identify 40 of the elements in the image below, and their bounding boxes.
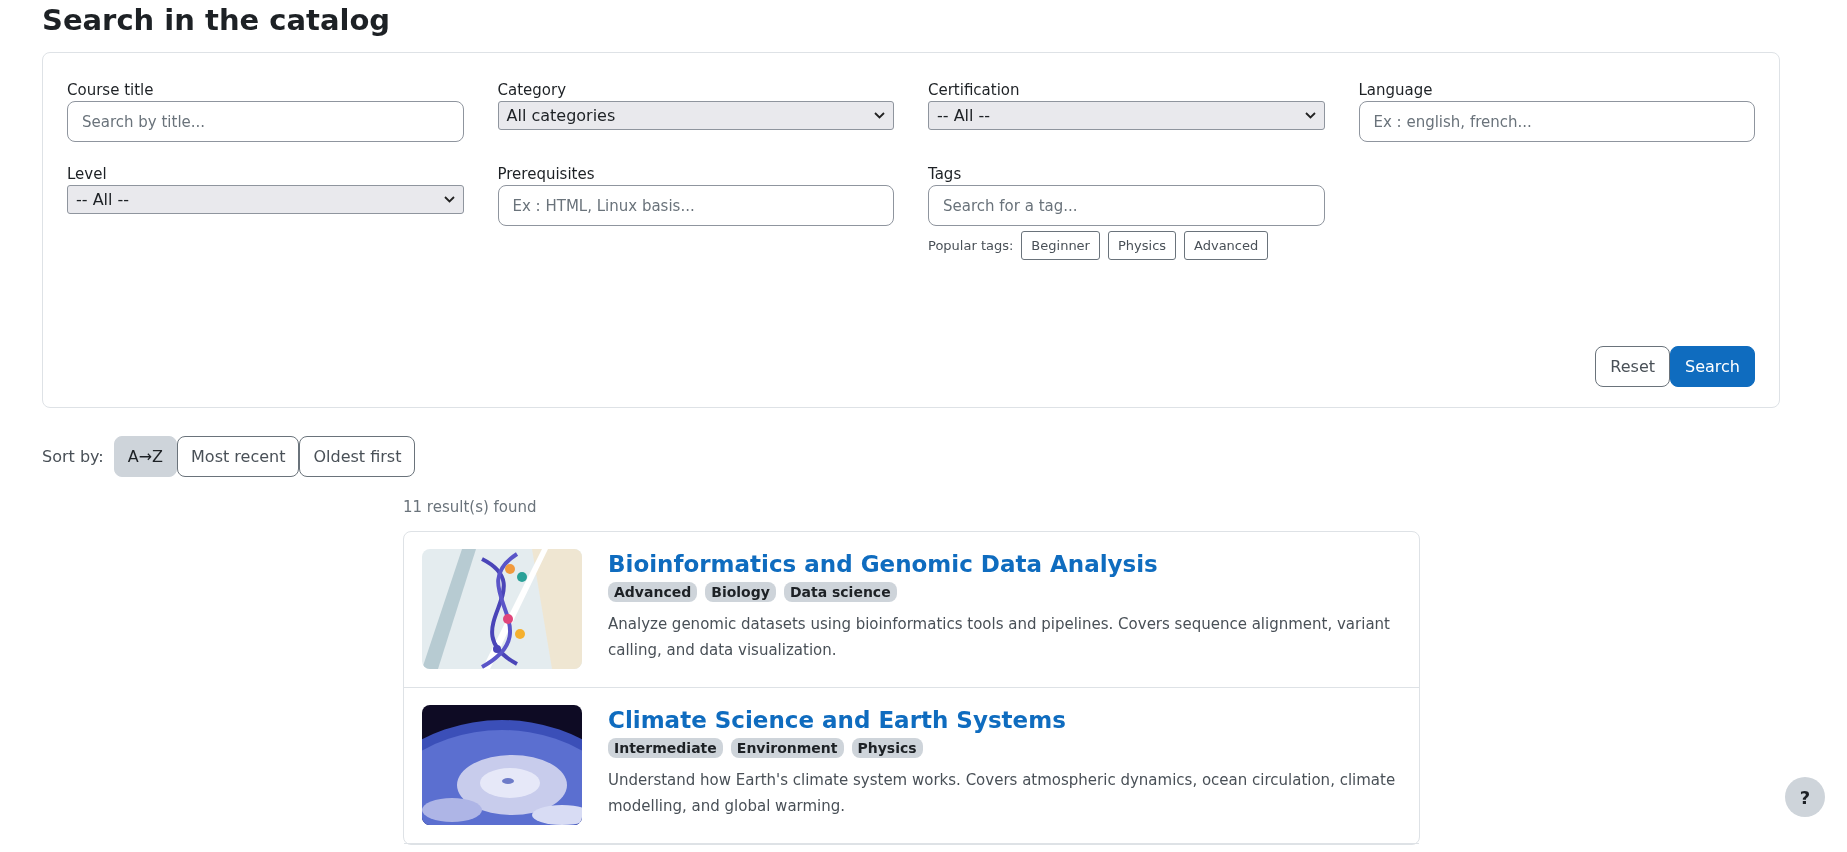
text-field[interactable]: Search for a tag... [928,185,1325,226]
results-count: 11 result(s) found [403,498,538,516]
tag-badge: Environment [730,738,844,758]
field-label: Language [1358,80,1434,101]
field-label: Certification [928,80,1021,101]
chevron-down-icon [1304,112,1316,119]
reset-button[interactable]: Reset [1595,346,1671,387]
text-field[interactable]: Ex : english, french... [1358,101,1755,142]
help-button[interactable]: ? [1785,777,1825,817]
field-label: Course title [67,80,155,101]
chevron-down-icon [874,112,885,119]
dropdown[interactable]: -- All -- [928,101,1325,130]
tag-badge: Advanced [608,582,698,602]
course-description: Analyze genomic datasets using bioinformatics tools and pipelines. Covers sequence alignment, variant calling, and data visualization. [608,614,1391,661]
field-label: Category [497,80,568,101]
dropdown[interactable]: -- All -- [67,185,464,214]
sort-button[interactable]: Most recent [177,436,300,477]
tag-button[interactable]: Physics [1107,231,1177,260]
sort-button[interactable]: Oldest first [299,436,416,477]
tag-badge: Biology [705,582,776,602]
course-description: Understand how Earth's climate system works. Covers atmospheric dynamics, ocean circulation, climate modelling, and global warming. [608,770,1397,817]
chevron-down-icon [443,196,455,203]
tag-button[interactable]: Beginner [1021,231,1100,260]
field-label: Level [67,164,108,185]
text-field[interactable]: Ex : HTML, Linux basis... [497,185,894,226]
search-button[interactable]: Search [1670,346,1755,387]
field-label: Prerequisites [497,164,596,185]
course-title-link[interactable]: Climate Science and Earth Systems [608,705,1401,735]
sort-label: Sort by: [42,447,104,466]
dropdown[interactable]: All categories [497,101,894,130]
sort-button[interactable]: A→Z [113,436,178,477]
field-label: Tags [928,164,963,185]
popular-tags-label: Popular tags: [928,238,1014,253]
tag-badge: Data science [783,582,897,602]
page-title: Search in the catalog [42,2,392,39]
tag-button[interactable]: Advanced [1184,231,1269,260]
tag-badge: Physics [851,738,923,758]
text-field[interactable]: Search by title... [67,101,464,142]
tag-badge: Intermediate [608,738,723,758]
course-title-link[interactable]: Bioinformatics and Genomic Data Analysis [608,549,1401,579]
